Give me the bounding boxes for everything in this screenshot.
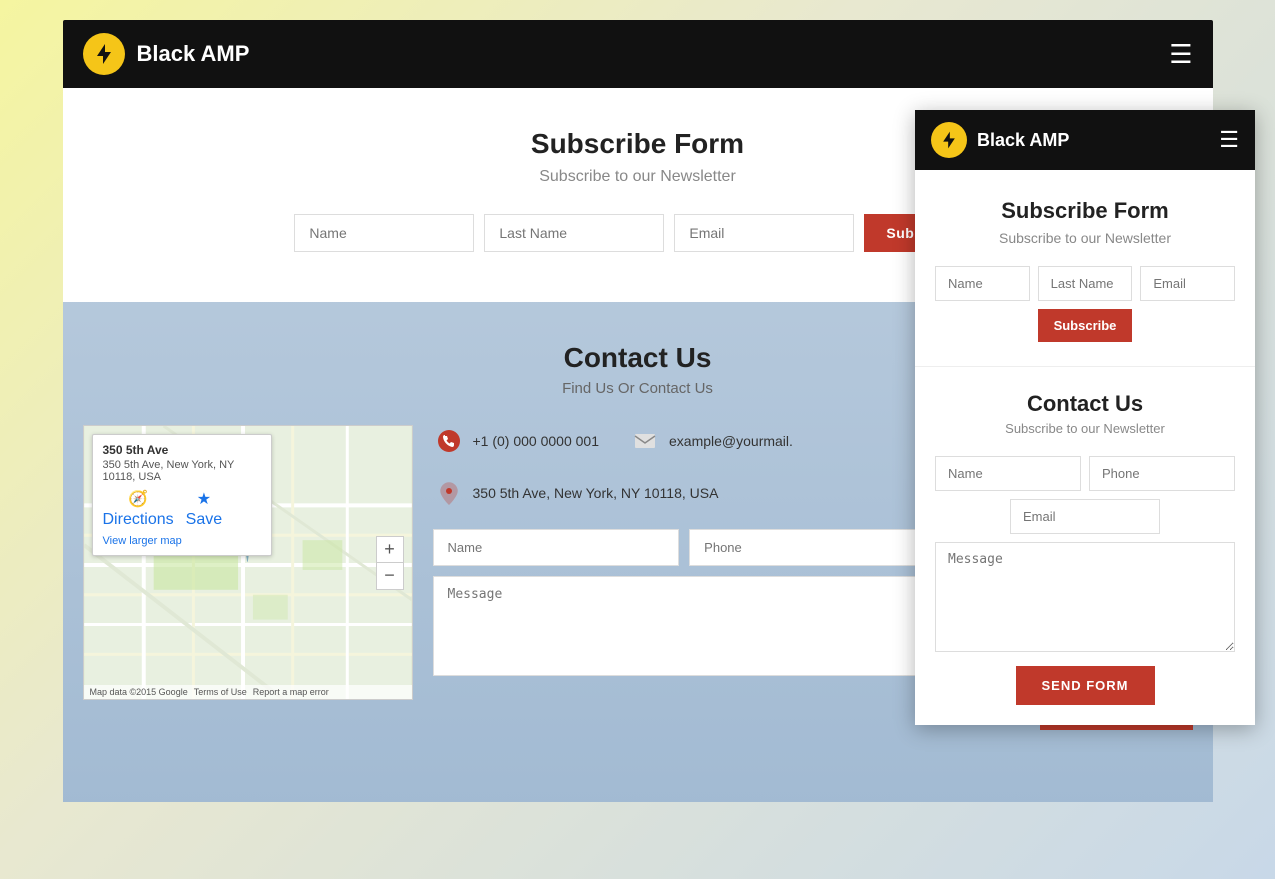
mobile-navbar: Black AMP ☰ <box>915 110 1255 170</box>
email-text: example@yourmail. <box>669 433 793 449</box>
mobile-subscribe-button[interactable]: Subscribe <box>1038 309 1133 342</box>
contact-email: example@yourmail. <box>629 425 793 457</box>
view-larger-link[interactable]: View larger map <box>103 535 261 547</box>
mobile-contact-message-input[interactable] <box>935 542 1235 652</box>
hamburger-button[interactable]: ☰ <box>1169 39 1192 70</box>
mobile-name-input[interactable] <box>935 266 1030 301</box>
map-data-text: Map data ©2015 Google <box>90 687 188 697</box>
mobile-contact-email-input[interactable] <box>1010 499 1160 534</box>
map-popup-title: 350 5th Ave <box>103 443 261 457</box>
save-button[interactable]: ★ Save <box>186 489 222 529</box>
map-terms-text[interactable]: Terms of Use <box>194 687 247 697</box>
subscribe-lastname-input[interactable] <box>484 214 664 252</box>
directions-button[interactable]: 🧭 Directions <box>103 489 174 529</box>
save-icon: ★ <box>197 489 211 509</box>
directions-icon: 🧭 <box>128 489 148 509</box>
navbar: Black AMP ☰ <box>63 20 1213 88</box>
mobile-send-form-button[interactable]: SEND FORM <box>1016 666 1155 705</box>
contact-phone: +1 (0) 000 0000 001 <box>433 425 600 457</box>
mobile-contact-phone-input[interactable] <box>1089 456 1235 491</box>
mobile-contact-section: Contact Us Subscribe to our Newsletter S… <box>915 367 1255 725</box>
save-label: Save <box>186 511 222 529</box>
address-text: 350 5th Ave, New York, NY 10118, USA <box>473 485 719 501</box>
map-container: 📍 350 5th Ave 350 5th Ave, New York, NY … <box>83 425 413 700</box>
mobile-lastname-input[interactable] <box>1038 266 1133 301</box>
mobile-subscribe-subtitle: Subscribe to our Newsletter <box>935 230 1235 246</box>
mobile-contact-subtitle: Subscribe to our Newsletter <box>935 421 1235 436</box>
map-controls: + − <box>376 536 404 590</box>
contact-address: 350 5th Ave, New York, NY 10118, USA <box>433 477 719 509</box>
subscribe-name-input[interactable] <box>294 214 474 252</box>
map-placeholder: 📍 350 5th Ave 350 5th Ave, New York, NY … <box>84 426 412 699</box>
mobile-contact-form: SEND FORM <box>935 456 1235 705</box>
email-icon <box>629 425 661 457</box>
brand-name: Black AMP <box>137 41 250 67</box>
mobile-subscribe-section: Subscribe Form Subscribe to our Newslett… <box>915 170 1255 367</box>
mobile-email-input[interactable] <box>1140 266 1235 301</box>
phone-text: +1 (0) 000 0000 001 <box>473 433 600 449</box>
map-report-text[interactable]: Report a map error <box>253 687 329 697</box>
directions-label: Directions <box>103 511 174 529</box>
mobile-subscribe-form: Subscribe <box>935 266 1235 342</box>
map-footer: Map data ©2015 Google Terms of Use Repor… <box>84 685 412 699</box>
address-icon <box>433 477 465 509</box>
map-popup-actions: 🧭 Directions ★ Save <box>103 489 261 529</box>
subscribe-email-input[interactable] <box>674 214 854 252</box>
mobile-brand-name: Black AMP <box>977 130 1069 151</box>
mobile-contact-title: Contact Us <box>935 391 1235 417</box>
contact-name-input[interactable] <box>433 529 680 566</box>
mobile-subscribe-title: Subscribe Form <box>935 198 1235 224</box>
lightning-icon <box>92 42 116 66</box>
mobile-brand-icon <box>931 122 967 158</box>
mobile-lightning-icon <box>939 130 959 150</box>
contact-phone-input[interactable] <box>689 529 936 566</box>
map-popup-address: 350 5th Ave, New York, NY 10118, USA <box>103 459 261 483</box>
zoom-in-button[interactable]: + <box>377 537 403 563</box>
mobile-brand: Black AMP <box>931 122 1069 158</box>
map-popup: 350 5th Ave 350 5th Ave, New York, NY 10… <box>92 434 272 556</box>
zoom-out-button[interactable]: − <box>377 563 403 589</box>
brand-icon <box>83 33 125 75</box>
mobile-view: Black AMP ☰ Subscribe Form Subscribe to … <box>915 110 1255 725</box>
phone-icon <box>433 425 465 457</box>
mobile-hamburger-button[interactable]: ☰ <box>1219 127 1239 153</box>
navbar-brand: Black AMP <box>83 33 250 75</box>
mobile-contact-name-input[interactable] <box>935 456 1081 491</box>
mobile-form-row-1 <box>935 456 1235 491</box>
